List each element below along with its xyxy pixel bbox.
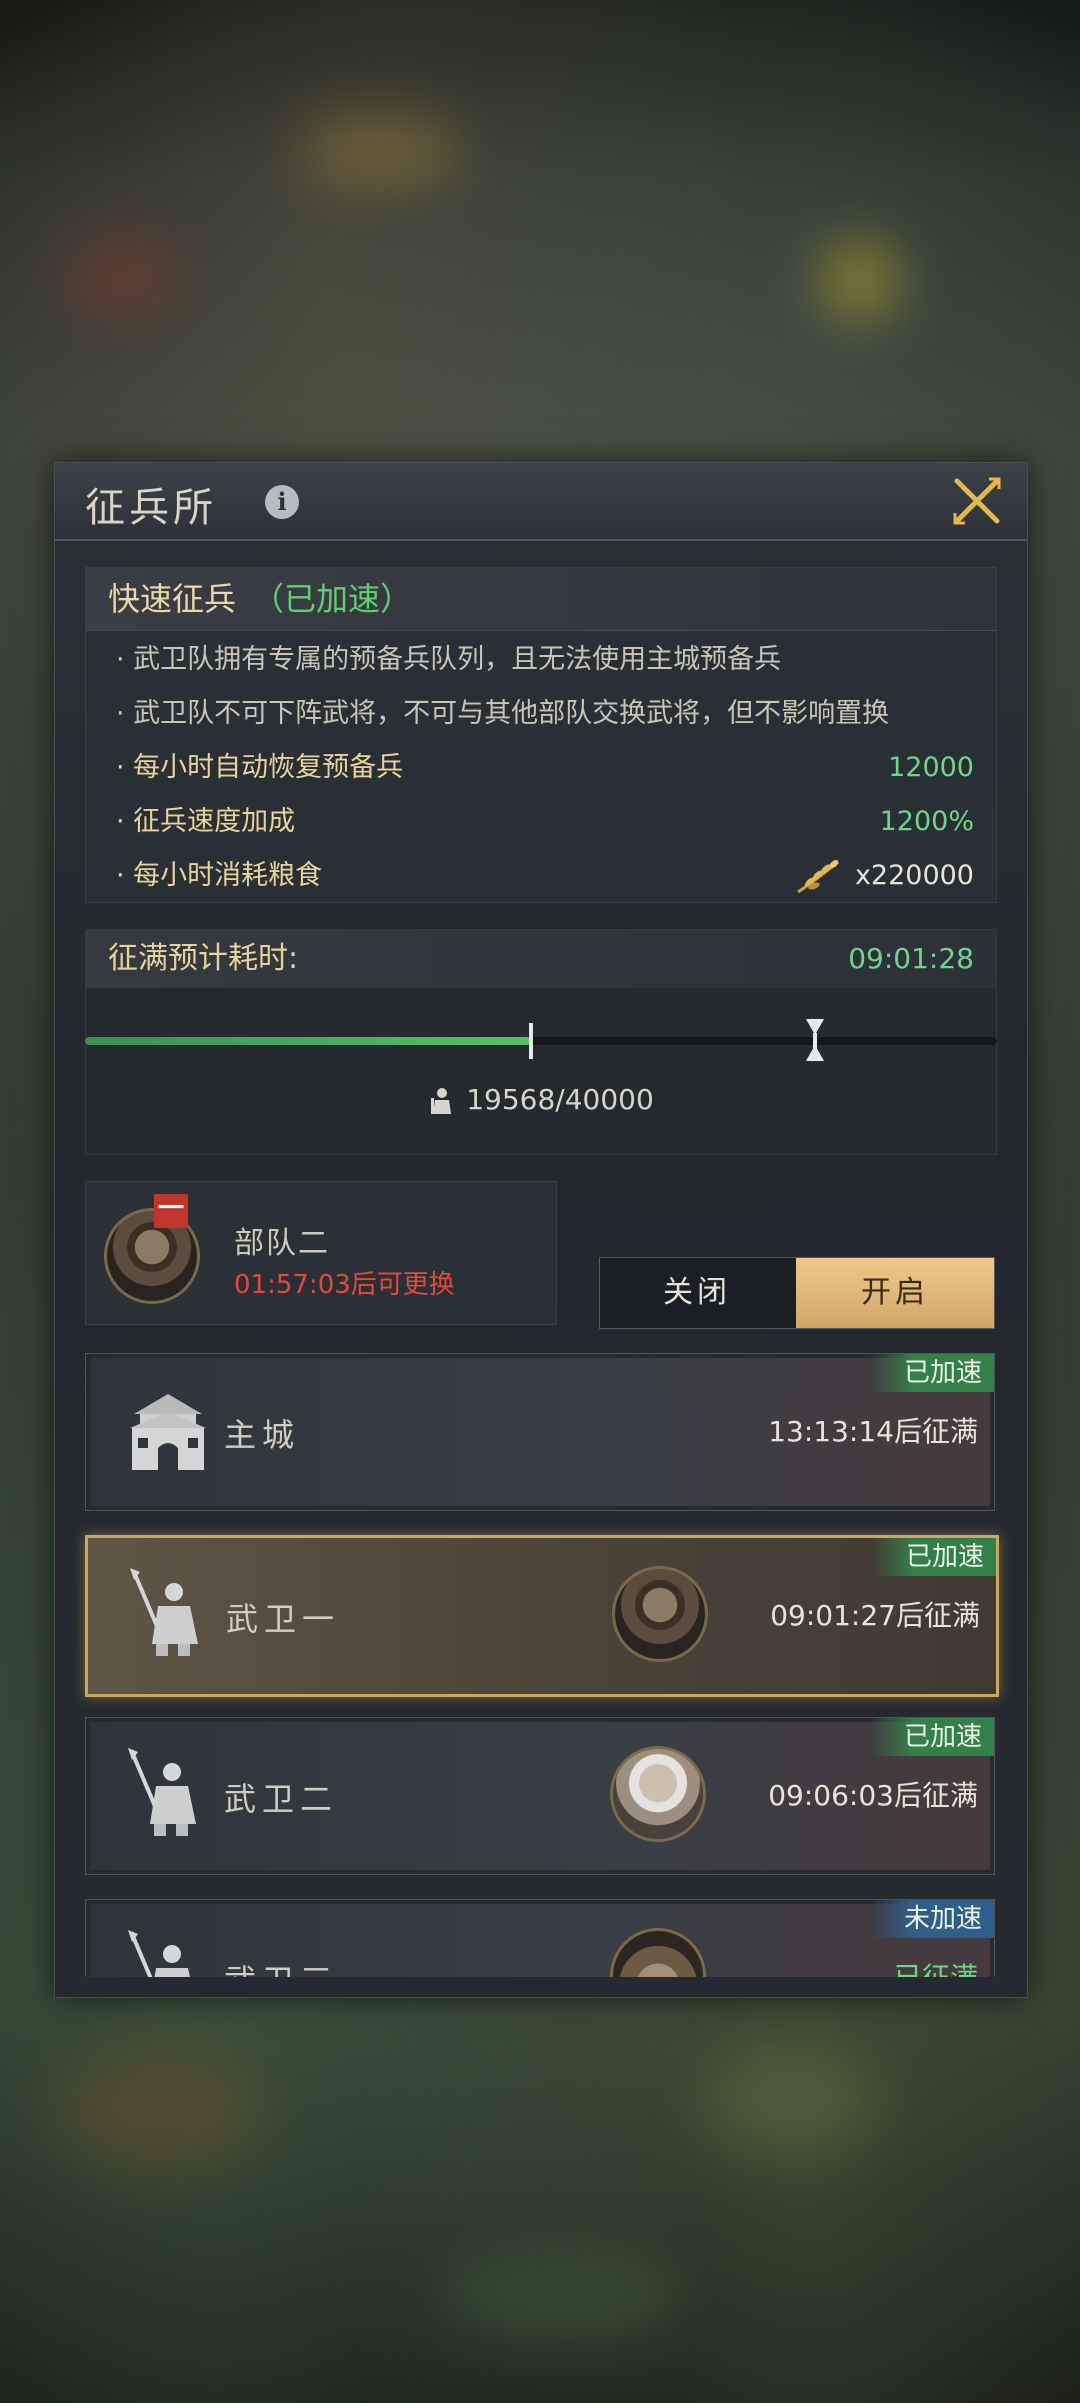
speed-status-badge: 已加速: [869, 1718, 994, 1756]
list-item-name: 武卫三: [224, 1956, 338, 1977]
stat-label: · 每小时消耗粮食: [116, 860, 323, 891]
fill-time-label: 征满预计耗时:: [108, 941, 299, 976]
stat-label: · 每小时自动恢复预备兵: [116, 752, 404, 783]
list-item-guard-2[interactable]: 武卫二 09:06:03后征满 已加速: [85, 1717, 995, 1875]
troop-slider-fill: [85, 1037, 532, 1045]
stat-row: · 每小时消耗粮食 x220000: [86, 850, 996, 902]
list-item-time: 13:13:14后征满: [768, 1415, 978, 1448]
list-item-guard-1[interactable]: 武卫一 09:01:27后征满 已加速: [85, 1535, 999, 1697]
toggle-off-button[interactable]: 关闭: [600, 1258, 794, 1328]
auto-recruit-toggle[interactable]: 关闭 开启: [599, 1257, 995, 1329]
list-item-guard-3[interactable]: 武卫三 已征满 未加速: [85, 1899, 995, 1977]
stat-label: · 征兵速度加成: [116, 806, 296, 837]
note-row: · 武卫队不可下阵武将，不可与其他部队交换武将，但不影响置换: [86, 688, 996, 740]
list-item-name: 武卫二: [224, 1780, 339, 1818]
list-item-time: 09:06:03后征满: [768, 1779, 978, 1812]
fill-time-header: 征满预计耗时: 09:01:28: [86, 930, 996, 988]
close-icon[interactable]: [949, 473, 1005, 529]
speed-status-badge: 已加速: [871, 1538, 996, 1576]
army-card[interactable]: 一 部队二 01:57:03后可更换: [85, 1181, 557, 1325]
recruit-panel: 征兵所 i 快速征兵 （已加速） · 武卫队拥有专属的预备兵队列，且无法使用主城预…: [54, 462, 1028, 1998]
panel-title: 征兵所: [85, 485, 217, 531]
soldier-icon: [431, 1088, 452, 1114]
general-portrait: [610, 1746, 706, 1842]
fast-recruit-status: （已加速）: [252, 580, 413, 618]
fast-recruit-title: 快速征兵: [108, 580, 237, 618]
fast-recruit-box: 快速征兵 （已加速） · 武卫队拥有专属的预备兵队列，且无法使用主城预备兵 · 武…: [85, 567, 997, 903]
list-item-time: 已征满: [894, 1956, 978, 1977]
fast-recruit-header: 快速征兵 （已加速）: [86, 568, 996, 631]
toggle-on-button[interactable]: 开启: [796, 1258, 994, 1328]
info-icon[interactable]: i: [265, 485, 299, 519]
speed-status-badge: 已加速: [869, 1354, 994, 1392]
stat-value: 12000: [888, 752, 974, 783]
grain-icon: [797, 860, 839, 894]
castle-icon: [130, 1394, 206, 1470]
stat-row: · 每小时自动恢复预备兵 12000: [86, 742, 996, 794]
note-row: · 武卫队拥有专属的预备兵队列，且无法使用主城预备兵: [86, 634, 996, 686]
army-swap-timer: 01:57:03后可更换: [234, 1270, 455, 1300]
recruit-list[interactable]: 主城 13:13:14后征满 已加速 武卫一 09:01:27后征满 已加速 武…: [55, 1353, 1027, 1977]
fill-time-value: 09:01:28: [848, 942, 974, 975]
stat-row: · 征兵速度加成 1200%: [86, 796, 996, 848]
note-text: · 武卫队拥有专属的预备兵队列，且无法使用主城预备兵: [116, 644, 782, 675]
troop-count-row: 19568/40000: [55, 1083, 1027, 1116]
general-portrait: [610, 1928, 706, 1977]
general-portrait: [612, 1566, 708, 1662]
spearman-icon: [128, 1748, 196, 1836]
stat-value: 1200%: [879, 806, 974, 837]
target-marker-icon[interactable]: [804, 1015, 826, 1065]
panel-header: 征兵所 i: [55, 463, 1027, 541]
troop-slider[interactable]: [85, 1019, 997, 1061]
list-item-name: 主城: [224, 1416, 301, 1454]
troop-count: 19568/40000: [466, 1083, 654, 1116]
spearman-icon: [130, 1568, 198, 1656]
troop-slider-handle[interactable]: [529, 1023, 534, 1059]
note-text: · 武卫队不可下阵武将，不可与其他部队交换武将，但不影响置换: [116, 698, 890, 729]
army-name: 部队二: [234, 1226, 330, 1261]
list-item-main-city[interactable]: 主城 13:13:14后征满 已加速: [85, 1353, 995, 1511]
speed-status-badge: 未加速: [869, 1900, 994, 1938]
army-badge: 一: [154, 1194, 188, 1228]
spearman-icon: [128, 1930, 190, 1977]
list-item-time: 09:01:27后征满: [770, 1599, 980, 1632]
list-item-name: 武卫一: [226, 1600, 341, 1638]
stat-value: x220000: [854, 860, 974, 891]
